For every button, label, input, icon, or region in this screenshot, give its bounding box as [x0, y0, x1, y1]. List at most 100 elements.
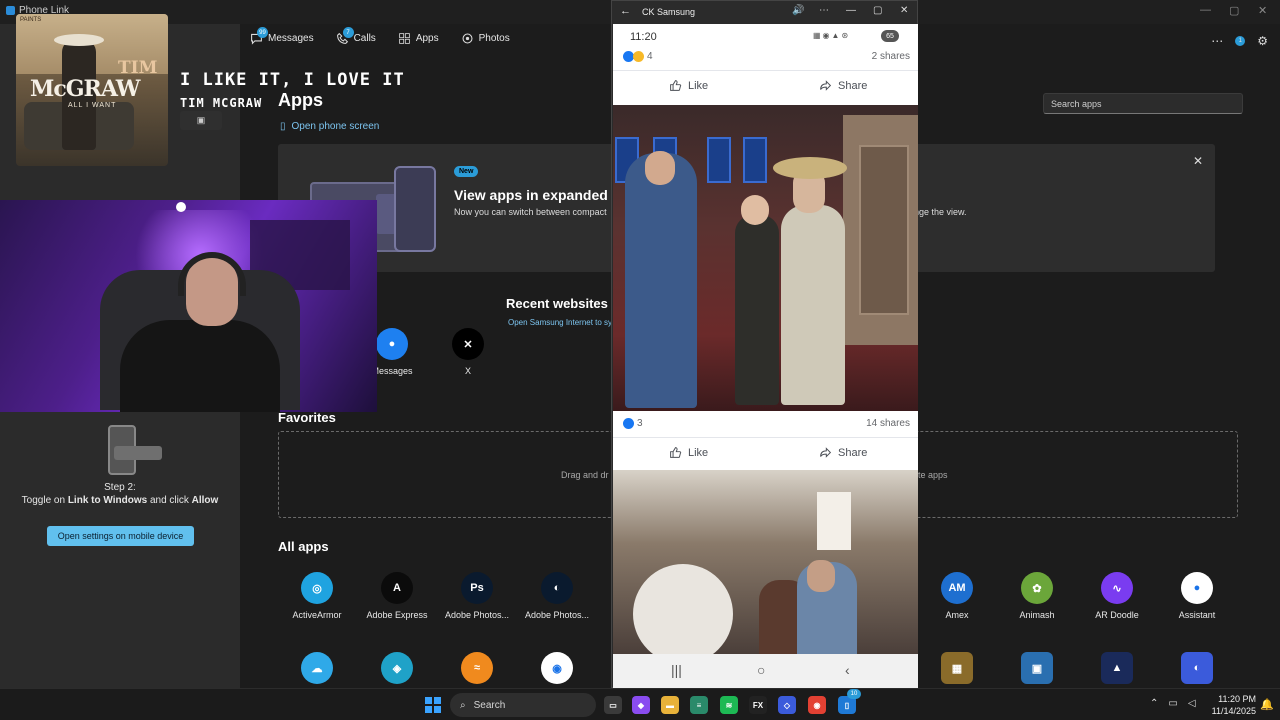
tab-calls-label: Calls: [353, 33, 376, 44]
battery-badge: 65: [881, 30, 899, 42]
banner-illustration-phone: [394, 166, 436, 252]
reactions[interactable]: 3: [623, 418, 643, 429]
volume-icon[interactable]: ◁: [1188, 698, 1196, 709]
post-actions: Like Share: [613, 70, 918, 100]
cowboy-hat: [773, 157, 847, 179]
step-label: Step 2:: [104, 482, 136, 493]
app-tile[interactable]: ∿ AR Doodle: [1077, 572, 1157, 620]
taskbar-search-label: Search: [473, 699, 506, 711]
app-icon: ◐: [1181, 652, 1213, 684]
file-explorer-icon[interactable]: ▬: [661, 696, 679, 714]
back-arrow-icon[interactable]: ←: [620, 5, 631, 17]
more-options-icon[interactable]: ⋯: [1211, 34, 1223, 48]
phone-close-button[interactable]: ✕: [900, 5, 908, 16]
recent-app-x[interactable]: ✕ X: [428, 328, 508, 376]
taskbar-search[interactable]: ⌕ Search: [450, 693, 596, 717]
app-icon: ◐: [541, 572, 573, 604]
app-tile[interactable]: ▲: [1077, 652, 1157, 690]
hudfx-icon[interactable]: FX: [749, 696, 767, 714]
notepad-icon[interactable]: ≡: [690, 696, 708, 714]
app-tile[interactable]: AM Amex: [917, 572, 997, 620]
like-reaction-icon: [623, 418, 634, 429]
photos-icon: [462, 33, 473, 44]
phone-titlebar: ← CK Samsung 🔊 ⋯ — ▢ ✕: [612, 1, 917, 23]
task-view-icon[interactable]: ▭: [604, 696, 622, 714]
network-icon[interactable]: ▭: [1168, 698, 1177, 709]
messages-badge: 99: [257, 27, 268, 38]
search-apps-input[interactable]: Search apps: [1043, 93, 1243, 114]
favorites-hint: Drag and dr: [561, 470, 609, 480]
calls-badge: 7: [342, 27, 354, 38]
toggle-illustration: [114, 446, 162, 460]
app-icon: ▦: [941, 652, 973, 684]
more-icon[interactable]: ⋯: [819, 5, 829, 16]
album-text-mcgraw: McGRAW: [30, 76, 140, 102]
tab-calls[interactable]: 7 Calls: [336, 27, 376, 45]
close-button[interactable]: ✕: [1258, 4, 1267, 17]
tab-messages[interactable]: 99 Messages: [250, 27, 314, 45]
app-tile[interactable]: ▦: [917, 652, 997, 690]
album-text-tim: TIM: [118, 58, 158, 78]
phone-nav-bar: ||| ○ ‹: [613, 654, 918, 688]
tab-apps[interactable]: Apps: [398, 32, 439, 45]
back-button[interactable]: ‹: [845, 662, 850, 678]
minimize-button[interactable]: —: [1200, 4, 1211, 16]
app-icon: ☁: [301, 652, 333, 684]
banner-subtitle: Now you can switch between compact: [454, 207, 607, 217]
like-button[interactable]: Like: [669, 446, 708, 459]
phone-link-logo-icon: [6, 6, 15, 15]
tab-photos[interactable]: Photos: [461, 32, 510, 45]
chevron-up-icon[interactable]: ⌃: [1150, 698, 1158, 709]
app-tile[interactable]: ◐: [1157, 652, 1237, 690]
app-icon[interactable]: ◇: [778, 696, 796, 714]
volume-icon[interactable]: 🔊: [792, 5, 804, 16]
phone-minimize-button[interactable]: —: [846, 5, 856, 16]
webcam-lamp: [176, 202, 186, 212]
notification-bell-icon[interactable]: 🔔: [1260, 698, 1274, 711]
app-tile[interactable]: ● Assistant: [1157, 572, 1237, 620]
like-button[interactable]: Like: [669, 79, 708, 92]
home-button[interactable]: ○: [757, 662, 765, 678]
share-count[interactable]: 14 shares: [866, 418, 910, 429]
favorites-hint-right: rite apps: [913, 470, 948, 480]
share-button[interactable]: Share: [819, 446, 867, 459]
banner-close-icon[interactable]: ✕: [1193, 154, 1203, 168]
step-text-mid: and click: [147, 495, 192, 506]
search-icon: ⌕: [460, 699, 466, 711]
app-tile[interactable]: ◉: [517, 652, 597, 690]
app-tile[interactable]: ≈: [437, 652, 517, 690]
recents-button[interactable]: |||: [671, 662, 682, 678]
post-photo[interactable]: [613, 470, 918, 654]
app-label: ActiveArmor: [292, 610, 342, 620]
app-tile[interactable]: ✿ Animash: [997, 572, 1077, 620]
share-count[interactable]: 2 shares: [872, 51, 910, 62]
app-tile[interactable]: A Adobe Express: [357, 572, 437, 620]
start-button[interactable]: [425, 697, 441, 713]
person-left-head: [645, 151, 675, 185]
recent-websites-link[interactable]: Open Samsung Internet to sy: [508, 318, 612, 327]
app-tile[interactable]: ◎ ActiveArmor: [277, 572, 357, 620]
chrome-icon[interactable]: ◉: [808, 696, 826, 714]
phone-maximize-button[interactable]: ▢: [873, 5, 882, 16]
app-tile[interactable]: ▣: [997, 652, 1077, 690]
open-settings-button[interactable]: Open settings on mobile device: [47, 526, 194, 546]
settings-gear-icon[interactable]: ⚙: [1257, 34, 1268, 48]
post-photo[interactable]: [613, 105, 918, 411]
status-time: 11:20: [630, 31, 657, 43]
app-tile[interactable]: Ps Adobe Photos...: [437, 572, 517, 620]
phone-screen[interactable]: 11:20 ▦◉▲⊛ 65 4 2 shares Like Share 3 14…: [613, 24, 918, 654]
open-phone-screen-link[interactable]: ▯ Open phone screen: [280, 121, 379, 132]
copilot-icon[interactable]: ◆: [632, 696, 650, 714]
app-tile[interactable]: ☁: [277, 652, 357, 690]
thumbs-up-icon: [670, 80, 682, 91]
reactions[interactable]: 4: [623, 51, 653, 62]
spotify-icon[interactable]: ≋: [720, 696, 738, 714]
clock[interactable]: 11:20 PM 11/14/2025: [1204, 693, 1256, 717]
share-arrow-icon: [820, 80, 832, 91]
app-label: Adobe Photos...: [444, 610, 510, 620]
cast-button[interactable]: ▣: [180, 111, 222, 130]
maximize-button[interactable]: ▢: [1229, 4, 1239, 17]
share-button[interactable]: Share: [819, 79, 867, 92]
app-tile[interactable]: ◐ Adobe Photos...: [517, 572, 597, 620]
app-tile[interactable]: ◈: [357, 652, 437, 690]
